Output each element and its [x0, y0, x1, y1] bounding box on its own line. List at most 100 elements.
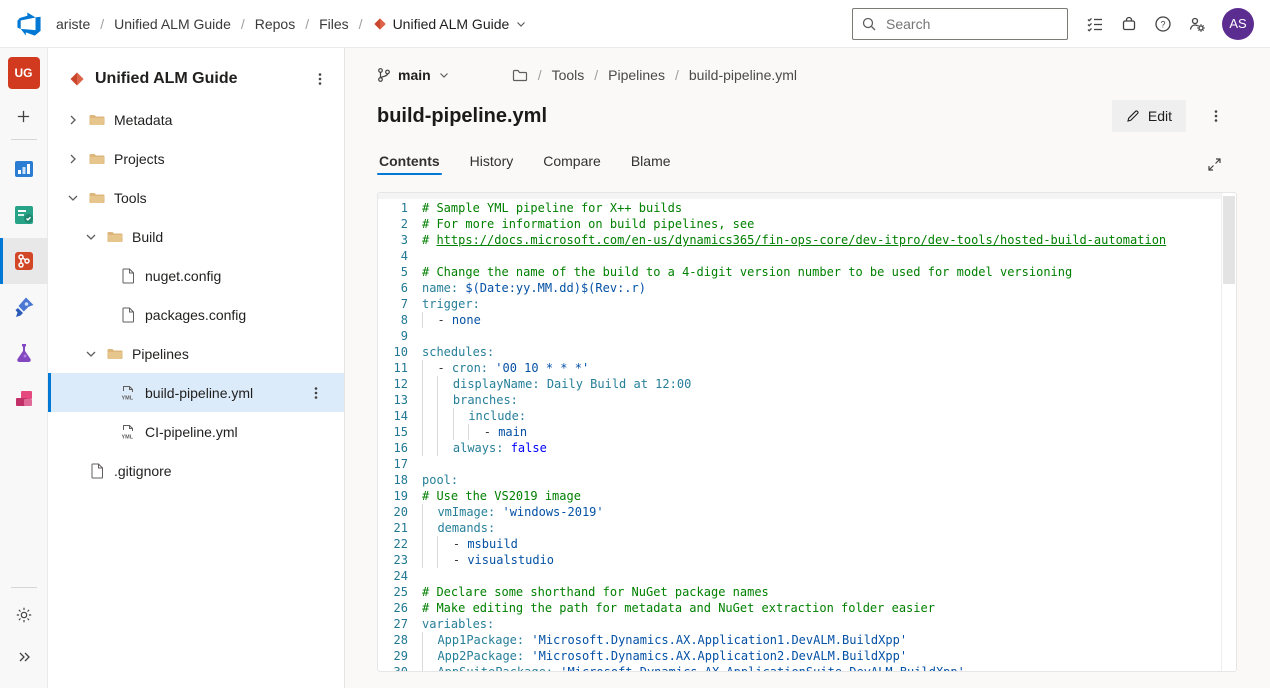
code-token: Daily Build at 12:00 [547, 377, 692, 391]
code-line-text: schedules: [422, 344, 494, 360]
breadcrumb-separator: / [359, 16, 363, 32]
code-line: 14include: [378, 408, 1236, 424]
tree-item--gitignore[interactable]: .gitignore [48, 451, 344, 490]
code-line-text: include: [422, 408, 526, 424]
rail-item-artifacts[interactable] [0, 376, 48, 422]
line-number: 22 [378, 536, 422, 552]
code-token: # Make editing the path for metadata and… [422, 601, 935, 615]
code-token: variables: [422, 617, 494, 631]
fullscreen-icon[interactable] [1207, 157, 1222, 172]
azure-devops-logo-icon[interactable] [16, 11, 42, 37]
project-avatar[interactable]: UG [8, 57, 40, 89]
indent-guide [422, 536, 437, 552]
code-line-text: # For more information on build pipeline… [422, 216, 754, 232]
tree-item-tools[interactable]: Tools [48, 178, 344, 217]
tree-item-pipelines[interactable]: Pipelines [48, 334, 344, 373]
code-line-text: demands: [422, 520, 495, 536]
indent-guide [422, 312, 437, 328]
chevron-down-icon [515, 18, 527, 30]
tree-item-more-icon[interactable] [302, 379, 330, 407]
code-token: branches: [453, 393, 518, 407]
line-number: 8 [378, 312, 422, 328]
help-icon[interactable]: ? [1146, 7, 1180, 41]
code-line-text: App2Package: 'Microsoft.Dynamics.AX.Appl… [422, 648, 907, 664]
search-input[interactable] [884, 15, 1059, 33]
code-line: 2# For more information on build pipelin… [378, 216, 1236, 232]
file-icon [120, 307, 136, 323]
code-token: 'Microsoft.Dynamics.AX.ApplicationSuite.… [560, 665, 965, 672]
code-token: AppSuitePackage: [437, 665, 553, 672]
path-breadcrumb: /Tools/Pipelines/build-pipeline.yml [512, 67, 797, 83]
tree-item-label: Metadata [114, 112, 172, 128]
code-token: - [484, 425, 498, 439]
tree-item-packages-config[interactable]: packages.config [48, 295, 344, 334]
expand-rail-chevrons-icon[interactable] [0, 636, 48, 678]
code-line-text: vmImage: 'windows-2019' [422, 504, 604, 520]
file-more-icon[interactable] [1202, 102, 1230, 130]
code-line: 29App2Package: 'Microsoft.Dynamics.AX.Ap… [378, 648, 1236, 664]
user-settings-icon[interactable] [1180, 7, 1214, 41]
edit-button[interactable]: Edit [1112, 100, 1186, 132]
project-settings-gear-icon[interactable] [0, 594, 48, 636]
tab-compare[interactable]: Compare [541, 153, 603, 180]
tree-item-label: Projects [114, 151, 165, 167]
code-token: trigger: [422, 297, 480, 311]
tree-item-projects[interactable]: Projects [48, 139, 344, 178]
line-number: 4 [378, 248, 422, 264]
code-token: # Change the name of the build to a 4-di… [422, 265, 1072, 279]
tab-blame[interactable]: Blame [629, 153, 673, 180]
avatar[interactable]: AS [1222, 8, 1254, 40]
branch-selector[interactable]: main [377, 67, 450, 83]
add-project-button[interactable] [0, 95, 48, 137]
tab-contents[interactable]: Contents [377, 153, 442, 180]
code-token: demands: [437, 521, 495, 535]
tasklist-icon[interactable] [1078, 7, 1112, 41]
repo-more-icon[interactable] [306, 65, 334, 93]
repo-title: Unified ALM Guide [95, 70, 296, 88]
tree-item-nuget-config[interactable]: nuget.config [48, 256, 344, 295]
code-line: 15- main [378, 424, 1236, 440]
chevron-down-icon[interactable] [84, 348, 98, 360]
rail-item-pipelines[interactable] [0, 284, 48, 330]
rail-item-test-plans[interactable] [0, 330, 48, 376]
code-line: 19# Use the VS2019 image [378, 488, 1236, 504]
breadcrumb-item[interactable]: Unified ALM Guide [114, 16, 231, 32]
path-item[interactable]: Pipelines [608, 67, 665, 83]
indent-guide [422, 376, 437, 392]
tree-item-build-pipeline-yml[interactable]: YMLbuild-pipeline.yml [48, 373, 344, 412]
code-token: 'Microsoft.Dynamics.AX.Application2.DevA… [531, 649, 907, 663]
tab-history[interactable]: History [468, 153, 516, 180]
chevron-right-icon[interactable] [66, 114, 80, 126]
code-line: 17 [378, 456, 1236, 472]
breadcrumb-item[interactable]: ariste [56, 16, 90, 32]
tab-bar: Contents History Compare Blame [377, 146, 1222, 180]
path-item[interactable]: Tools [552, 67, 585, 83]
code-line-text: - none [422, 312, 481, 328]
code-link[interactable]: https://docs.microsoft.com/en-us/dynamic… [436, 233, 1166, 247]
code-token: pool: [422, 473, 458, 487]
breadcrumb-item[interactable]: Files [319, 16, 349, 32]
code-line-text: # Change the name of the build to a 4-di… [422, 264, 1072, 280]
chevron-right-icon[interactable] [66, 153, 80, 165]
line-number: 23 [378, 552, 422, 568]
chevron-down-icon[interactable] [66, 192, 80, 204]
tree-item-build[interactable]: Build [48, 217, 344, 256]
code-scrollbar-thumb[interactable] [1223, 196, 1235, 284]
breadcrumb-item[interactable]: Repos [255, 16, 295, 32]
code-token [540, 377, 547, 391]
tree-item-ci-pipeline-yml[interactable]: YMLCI-pipeline.yml [48, 412, 344, 451]
repo-selector[interactable]: Unified ALM Guide [373, 16, 528, 32]
code-line: 23- visualstudio [378, 552, 1236, 568]
boards-icon [12, 203, 36, 227]
tree-item-metadata[interactable]: Metadata [48, 100, 344, 139]
chevron-down-icon[interactable] [84, 231, 98, 243]
tree-item-label: Pipelines [132, 346, 189, 362]
code-token: 'windows-2019' [502, 505, 603, 519]
rail-item-boards[interactable] [0, 192, 48, 238]
rail-item-overview[interactable] [0, 146, 48, 192]
marketplace-bag-icon[interactable] [1112, 7, 1146, 41]
code-line: 3# https://docs.microsoft.com/en-us/dyna… [378, 232, 1236, 248]
code-token: msbuild [467, 537, 518, 551]
line-number: 6 [378, 280, 422, 296]
rail-item-repos[interactable] [0, 238, 48, 284]
